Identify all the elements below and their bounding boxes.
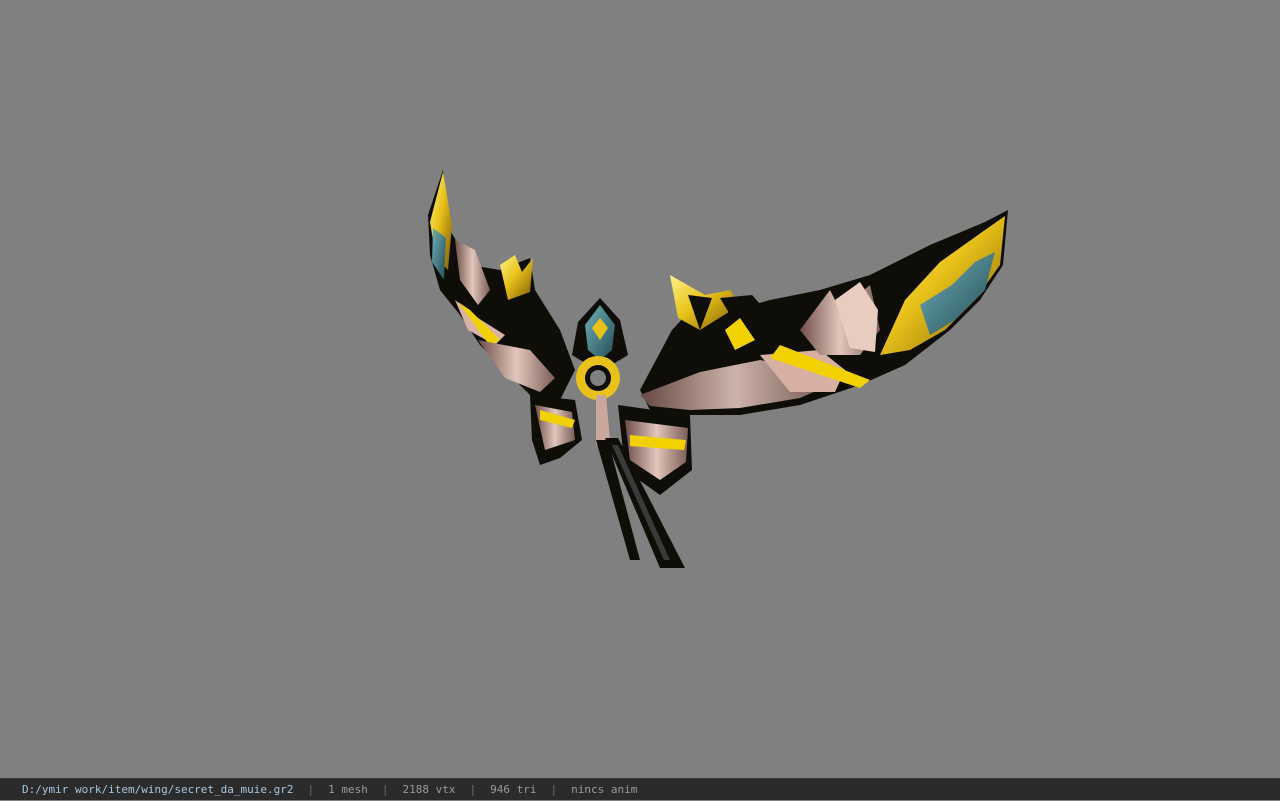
vertex-count: 2188 vtx <box>402 782 456 796</box>
center-crest <box>572 298 628 400</box>
status-separator: | <box>550 782 558 796</box>
file-path: D:/ymir work/item/wing/secret_da_muie.gr… <box>22 782 294 796</box>
status-separator: | <box>381 782 389 796</box>
lower-tail <box>530 395 692 568</box>
status-separator: | <box>469 782 477 796</box>
wing-model-render <box>428 170 1008 568</box>
mesh-count: 1 mesh <box>328 782 368 796</box>
right-wing <box>640 210 1008 415</box>
status-separator: | <box>307 782 315 796</box>
animation-status: nincs anim <box>571 782 638 796</box>
triangle-count: 946 tri <box>490 782 537 796</box>
left-wing <box>428 170 575 400</box>
status-bar: D:/ymir work/item/wing/secret_da_muie.gr… <box>0 778 1280 800</box>
3d-viewport[interactable] <box>0 0 1280 778</box>
